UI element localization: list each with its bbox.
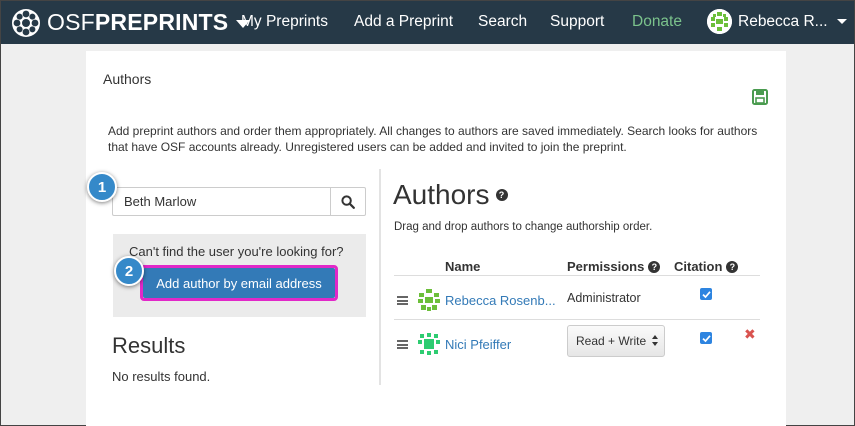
drag-handle-icon[interactable] [397,296,408,305]
select-arrows-icon [652,335,658,346]
nav-search[interactable]: Search [478,13,527,31]
permission-select[interactable]: Read + Write [567,325,665,357]
search-icon [341,194,355,209]
user-menu[interactable]: Rebecca R... [707,9,847,34]
column-header-name: Name [445,259,480,274]
section-title: Authors [103,71,152,87]
step-callout: 1 [87,172,117,202]
step-callout: 2 [114,256,144,286]
help-icon[interactable]: ? [648,260,661,273]
citation-checkbox[interactable] [700,332,712,344]
osf-logo-icon [12,8,40,37]
author-name-link[interactable]: Nici Pfeiffer [445,337,511,352]
brand-menu[interactable]: OSF PREPRINTS [11,1,251,44]
permission-text: Administrator [567,291,641,305]
identicon-icon [418,289,440,311]
search-button[interactable] [330,187,366,216]
citation-checkbox[interactable] [700,288,712,300]
nav-add-preprint[interactable]: Add a Preprint [354,13,453,31]
column-header-citation-label: Citation [674,259,723,274]
authors-panel: Authors Add preprint authors and order t… [86,51,786,426]
author-search [112,187,366,216]
checkmark-icon [701,334,711,342]
results-title: Results [112,333,186,358]
nav-my-preprints[interactable]: My Preprints [241,13,328,31]
nav-donate[interactable]: Donate [632,13,682,31]
authors-heading: Authors ? [393,179,508,211]
brand-preprints: PREPRINTS [94,9,229,35]
checkmark-icon [701,290,711,298]
nav-support[interactable]: Support [550,13,604,31]
user-name: Rebecca R... [738,12,828,30]
cant-find-box: Can't find the user you're looking for? … [113,234,366,317]
intro-text: Add preprint authors and order them appr… [108,124,758,154]
column-header-permissions-label: Permissions [567,259,645,274]
navbar: OSF PREPRINTS My Preprints Add a Preprint… [1,1,854,44]
identicon-icon [418,333,440,355]
user-avatar [707,9,732,34]
identicon-icon [707,9,732,34]
permission-select-value: Read + Write [576,334,647,348]
brand-osf: OSF [47,9,95,35]
author-name-link[interactable]: Rebecca Rosenb... [445,293,556,308]
column-divider [379,169,381,385]
drag-hint: Drag and drop authors to change authorsh… [394,221,653,233]
authors-heading-text: Authors [393,179,490,210]
remove-author-icon[interactable]: ✖ [744,326,756,343]
row-divider [394,319,760,320]
cant-find-text: Can't find the user you're looking for? [129,244,344,259]
column-header-citation: Citation ? [674,259,739,274]
highlight-frame: Add author by email address [140,265,338,301]
add-author-by-email-button[interactable]: Add author by email address [143,268,335,298]
help-icon[interactable]: ? [495,189,508,201]
author-search-input[interactable] [112,187,331,216]
column-header-permissions: Permissions ? [567,259,661,274]
caret-down-icon [836,19,847,24]
drag-handle-icon[interactable] [397,340,408,349]
help-icon[interactable]: ? [726,260,739,273]
no-results-text: No results found. [112,369,211,384]
save-icon[interactable] [752,89,768,105]
table-divider [394,275,760,276]
column-header-name-label: Name [445,259,481,274]
